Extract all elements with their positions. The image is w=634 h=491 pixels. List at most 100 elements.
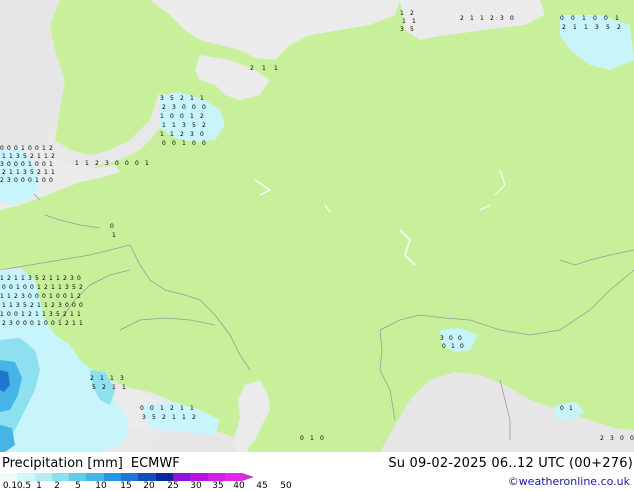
precip-value-marker: 5 xyxy=(23,302,27,309)
precip-value-marker: 2 xyxy=(14,293,18,300)
precip-value-marker: 1 xyxy=(14,275,18,282)
precip-value-marker: 1 xyxy=(470,15,474,22)
precip-value-marker: 3 xyxy=(65,284,69,291)
precip-value-marker: 2 xyxy=(0,177,4,184)
credit-link[interactable]: ©weatheronline.co.uk xyxy=(508,475,630,488)
precip-value-marker: 1 xyxy=(172,122,176,129)
precip-value-marker: 2 xyxy=(102,384,106,391)
precip-value-marker: 2 xyxy=(250,65,254,72)
precip-value-marker: 1 xyxy=(51,169,55,176)
precip-value-marker: 2 xyxy=(192,414,196,421)
precip-value-marker: 1 xyxy=(451,343,455,350)
precip-value-marker: 1 xyxy=(182,414,186,421)
precip-value-marker: 0 xyxy=(442,343,446,350)
precip-value-marker: 0 xyxy=(23,320,27,327)
precip-value-marker: 1 xyxy=(110,375,114,382)
precip-value-marker: 0 xyxy=(77,275,81,282)
precip-value-marker: 3 xyxy=(49,311,53,318)
precip-value-marker: 1 xyxy=(16,169,20,176)
precip-value-marker: 1 xyxy=(112,384,116,391)
precip-value-marker: 1 xyxy=(42,311,46,318)
precip-value-marker: 3 xyxy=(23,169,27,176)
precip-value-marker: 0 xyxy=(172,140,176,147)
precip-value-marker: 2 xyxy=(617,24,621,31)
precip-value-marker: 1 xyxy=(160,405,164,412)
precip-value-marker: 2 xyxy=(2,320,6,327)
legend-title-text: Precipitation [mm] xyxy=(2,456,123,471)
precip-value-marker: 0 xyxy=(192,104,196,111)
colorbar-swatch xyxy=(172,473,191,481)
precip-value-marker: 1 xyxy=(44,153,48,160)
colorbar-swatch xyxy=(138,473,156,481)
precip-value-marker: 0 xyxy=(28,293,32,300)
precip-value-marker: 0 xyxy=(630,435,634,442)
precip-value-marker: 0 xyxy=(560,15,564,22)
precip-value-marker: 1 xyxy=(615,15,619,22)
precip-value-marker: 2 xyxy=(37,169,41,176)
precip-value-marker: 0 xyxy=(7,161,11,168)
precip-value-marker: 3 xyxy=(105,160,109,167)
precip-value-marker: 1 xyxy=(162,122,166,129)
map-canvas: 0 0 0 1 0 0 1 21 1 3 5 2 1 1 23 0 0 0 1 0 0 12 1 1 3 5 2 1 12 3 0 0 0 1 0 0… xyxy=(0,0,634,452)
precip-value-marker: 5 xyxy=(35,275,39,282)
precip-value-marker: 0 xyxy=(135,160,139,167)
precip-value-marker: 5 xyxy=(92,384,96,391)
precip-value-marker: 0 xyxy=(2,284,6,291)
precip-value-marker: 1 xyxy=(9,153,13,160)
precip-value-marker: 2 xyxy=(410,10,414,17)
precip-value-marker: 1 xyxy=(310,435,314,442)
precip-value-marker: 0 xyxy=(7,311,11,318)
precip-value-marker: 1 xyxy=(190,113,194,120)
precip-value-marker: 1 xyxy=(160,113,164,120)
precip-value-marker: 0 xyxy=(42,293,46,300)
precip-value-marker: 2 xyxy=(42,275,46,282)
precip-value-marker: 0 xyxy=(79,302,83,309)
precip-value-marker: 0 xyxy=(63,293,67,300)
precip-value-marker: 1 xyxy=(2,302,6,309)
precip-value-marker: 0 xyxy=(14,161,18,168)
precip-value-marker: 0 xyxy=(593,15,597,22)
precip-value-marker: 1 xyxy=(100,375,104,382)
precip-value-marker: 1 xyxy=(58,284,62,291)
precip-value-marker: 0 xyxy=(16,320,20,327)
colorbar-swatch xyxy=(51,473,70,481)
model-name: ECMWF xyxy=(130,456,180,471)
precip-value-marker: 2 xyxy=(460,15,464,22)
precip-value-marker: 0 xyxy=(0,145,4,152)
colorbar-tip xyxy=(242,473,255,481)
colorbar-swatch xyxy=(155,473,173,481)
precip-value-marker: 1 xyxy=(37,284,41,291)
precip-value-marker: 1 xyxy=(182,140,186,147)
precip-value-marker: 0 xyxy=(30,284,34,291)
precip-value-marker: 2 xyxy=(490,15,494,22)
precip-value-marker: 2 xyxy=(170,405,174,412)
precip-value-marker: 1 xyxy=(44,169,48,176)
precip-value-marker: 2 xyxy=(200,113,204,120)
precip-value-marker: 3 xyxy=(120,375,124,382)
precip-value-marker: 5 xyxy=(192,122,196,129)
colorbar-swatch xyxy=(0,473,18,481)
precip-value-marker: 1 xyxy=(44,302,48,309)
precip-value-marker: 0 xyxy=(14,311,18,318)
precip-value-marker: 1 xyxy=(49,293,53,300)
precip-value-marker: 3 xyxy=(160,95,164,102)
precip-value-marker: 0 xyxy=(35,293,39,300)
precip-value-marker: 1 xyxy=(190,405,194,412)
precip-value-marker: 0 xyxy=(320,435,324,442)
precip-value-marker: 3 xyxy=(190,131,194,138)
precip-value-marker: 0 xyxy=(560,405,564,412)
precip-value-marker: 2 xyxy=(90,375,94,382)
precip-value-marker: 1 xyxy=(70,311,74,318)
precip-value-marker: 0 xyxy=(72,302,76,309)
precip-value-marker: 2 xyxy=(180,131,184,138)
precip-value-marker: 0 xyxy=(202,104,206,111)
precip-value-marker: 1 xyxy=(51,284,55,291)
precip-value-marker: 1 xyxy=(402,18,406,25)
precip-value-marker: 1 xyxy=(569,405,573,412)
precip-value-marker: 0 xyxy=(140,405,144,412)
precip-value-marker: 1 xyxy=(35,177,39,184)
precip-value-marker: 2 xyxy=(162,414,166,421)
precip-value-marker: 5 xyxy=(30,169,34,176)
legend-bar: Precipitation [mm] ECMWF Su 09-02-2025 06… xyxy=(0,452,634,491)
precip-value-marker: 1 xyxy=(412,18,416,25)
